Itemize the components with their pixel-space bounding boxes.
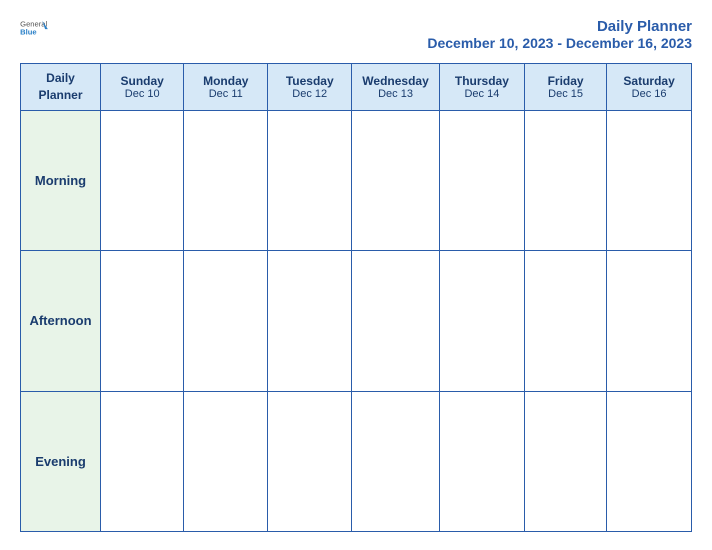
date-range: December 10, 2023 - December 16, 2023: [427, 35, 692, 51]
afternoon-friday[interactable]: [525, 251, 607, 391]
evening-saturday[interactable]: [607, 391, 692, 531]
morning-label: Morning: [21, 110, 101, 250]
evening-label: Evening: [21, 391, 101, 531]
planner-title: Daily Planner: [427, 18, 692, 35]
evening-row: Evening: [21, 391, 692, 531]
afternoon-row: Afternoon: [21, 251, 692, 391]
title-block: Daily Planner December 10, 2023 - Decemb…: [427, 18, 692, 51]
morning-monday[interactable]: [184, 110, 268, 250]
general-blue-logo-icon: General Blue: [20, 18, 48, 36]
header-saturday: Saturday Dec 16: [607, 64, 692, 111]
header-daily-label: Daily: [46, 71, 75, 85]
afternoon-thursday[interactable]: [439, 251, 524, 391]
afternoon-monday[interactable]: [184, 251, 268, 391]
evening-thursday[interactable]: [439, 391, 524, 531]
morning-row: Morning: [21, 110, 692, 250]
header-thursday: Thursday Dec 14: [439, 64, 524, 111]
logo: General Blue: [20, 18, 48, 37]
evening-tuesday[interactable]: [268, 391, 352, 531]
header-friday: Friday Dec 15: [525, 64, 607, 111]
morning-tuesday[interactable]: [268, 110, 352, 250]
afternoon-label: Afternoon: [21, 251, 101, 391]
morning-saturday[interactable]: [607, 110, 692, 250]
svg-text:Blue: Blue: [20, 28, 37, 36]
morning-sunday[interactable]: [101, 110, 184, 250]
header-monday: Monday Dec 11: [184, 64, 268, 111]
afternoon-sunday[interactable]: [101, 251, 184, 391]
page-header: General Blue Daily Planner December 10, …: [20, 18, 692, 51]
planner-table: Daily Planner Sunday Dec 10 Monday Dec 1…: [20, 63, 692, 532]
header-planner-label: Planner: [38, 88, 82, 102]
evening-wednesday[interactable]: [352, 391, 439, 531]
evening-friday[interactable]: [525, 391, 607, 531]
morning-friday[interactable]: [525, 110, 607, 250]
evening-sunday[interactable]: [101, 391, 184, 531]
morning-thursday[interactable]: [439, 110, 524, 250]
header-daily-planner: Daily Planner: [21, 64, 101, 111]
afternoon-saturday[interactable]: [607, 251, 692, 391]
header-tuesday: Tuesday Dec 12: [268, 64, 352, 111]
afternoon-tuesday[interactable]: [268, 251, 352, 391]
morning-wednesday[interactable]: [352, 110, 439, 250]
header-wednesday: Wednesday Dec 13: [352, 64, 439, 111]
evening-monday[interactable]: [184, 391, 268, 531]
afternoon-wednesday[interactable]: [352, 251, 439, 391]
header-sunday: Sunday Dec 10: [101, 64, 184, 111]
